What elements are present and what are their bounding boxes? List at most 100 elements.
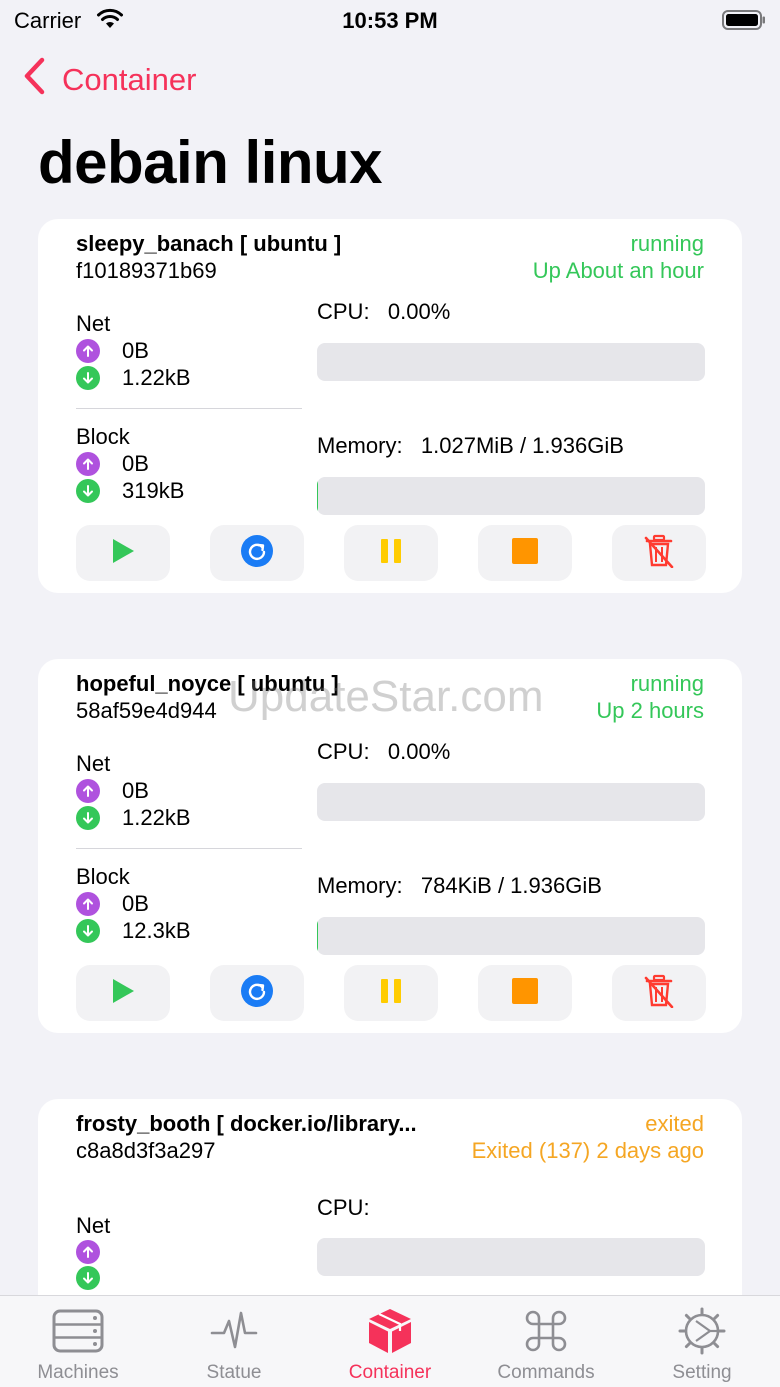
container-status: Exited (137) 2 days ago	[471, 1138, 704, 1163]
container-id: c8a8d3f3a297	[76, 1138, 216, 1163]
tab-machines[interactable]: Machines	[0, 1296, 156, 1387]
container-status: Up 2 hours	[596, 698, 704, 723]
net-upload-value: 0B	[122, 778, 149, 803]
download-arrow-icon	[76, 366, 100, 390]
container-id: f10189371b69	[76, 258, 217, 283]
upload-arrow-icon	[76, 892, 100, 916]
cpu-progress-bar	[317, 783, 705, 821]
back-button[interactable]: Container	[22, 57, 197, 103]
net-download-value: 1.22kB	[122, 365, 191, 390]
memory-value: 784KiB / 1.936GiB	[420, 873, 602, 898]
stop-button[interactable]	[478, 965, 572, 1021]
memory-progress-bar	[317, 477, 705, 515]
restart-icon	[241, 974, 273, 1012]
stop-icon	[512, 537, 538, 569]
stop-button[interactable]	[478, 525, 572, 581]
play-icon	[111, 538, 135, 569]
container-name: hopeful_noyce [ ubuntu ]	[76, 671, 339, 696]
play-icon	[111, 978, 135, 1009]
gear-icon	[674, 1307, 730, 1355]
net-download-row: 1.22kB	[76, 805, 191, 831]
tab-label: Container	[348, 1362, 432, 1383]
tab-container[interactable]: Container	[312, 1296, 468, 1387]
net-label: Net	[76, 1213, 111, 1238]
trash-slash-icon	[643, 974, 675, 1013]
restart-icon	[241, 534, 273, 572]
cpu-label: CPU:	[317, 739, 370, 764]
memory-value: 1.027MiB / 1.936GiB	[420, 433, 624, 458]
net-download-row: 1.22kB	[76, 365, 191, 391]
block-label: Block	[76, 864, 130, 889]
download-arrow-icon	[76, 919, 100, 943]
download-arrow-icon	[76, 1266, 100, 1290]
memory-row: Memory: 784KiB / 1.936GiB	[317, 873, 602, 899]
container-status: Up About an hour	[532, 258, 704, 283]
divider	[76, 408, 302, 409]
tab-label: Statue	[206, 1362, 262, 1383]
cpu-progress-bar	[317, 1238, 705, 1276]
memory-label: Memory:	[317, 873, 403, 898]
upload-arrow-icon	[76, 779, 100, 803]
delete-button[interactable]	[612, 525, 706, 581]
download-arrow-icon	[76, 479, 100, 503]
battery-icon	[722, 10, 766, 30]
block-read-row: 0B	[76, 451, 149, 477]
net-download-value: 1.22kB	[122, 805, 191, 830]
memory-progress-bar	[317, 917, 705, 955]
cpu-row: CPU:	[317, 1195, 370, 1221]
block-write-row: 12.3kB	[76, 918, 191, 944]
net-upload-value: 0B	[122, 338, 149, 363]
container-id: 58af59e4d944	[76, 698, 217, 723]
page-title: debain linux	[38, 129, 383, 196]
tab-statue[interactable]: Statue	[156, 1296, 312, 1387]
block-write-value: 12.3kB	[122, 918, 191, 943]
pause-button[interactable]	[344, 965, 438, 1021]
net-label: Net	[76, 311, 111, 336]
tab-commands[interactable]: Commands	[468, 1296, 624, 1387]
container-card[interactable]: sleepy_banach [ ubuntu ] f10189371b69 ru…	[38, 219, 742, 593]
block-read-row: 0B	[76, 891, 149, 917]
container-name: sleepy_banach [ ubuntu ]	[76, 231, 342, 256]
action-row	[76, 965, 706, 1021]
memory-row: Memory: 1.027MiB / 1.936GiB	[317, 433, 624, 459]
restart-button[interactable]	[210, 965, 304, 1021]
net-download-row	[76, 1266, 122, 1290]
start-button[interactable]	[76, 965, 170, 1021]
trash-slash-icon	[643, 534, 675, 573]
block-write-value: 319kB	[122, 478, 185, 503]
block-label: Block	[76, 424, 130, 449]
tab-setting[interactable]: Setting	[624, 1296, 780, 1387]
stop-icon	[512, 977, 538, 1009]
download-arrow-icon	[76, 806, 100, 830]
block-read-value: 0B	[122, 451, 149, 476]
net-upload-row	[76, 1240, 122, 1264]
container-card[interactable]: hopeful_noyce [ ubuntu ] 58af59e4d944 ru…	[38, 659, 742, 1033]
restart-button[interactable]	[210, 525, 304, 581]
upload-arrow-icon	[76, 339, 100, 363]
start-button[interactable]	[76, 525, 170, 581]
divider	[76, 848, 302, 849]
cpu-value: 0.00%	[387, 739, 451, 764]
cpu-label: CPU:	[317, 299, 370, 324]
action-row	[76, 525, 706, 581]
net-upload-row: 0B	[76, 338, 149, 364]
pulse-icon	[206, 1308, 262, 1354]
clock: 10:53 PM	[342, 8, 438, 33]
pause-button[interactable]	[344, 525, 438, 581]
tab-label: Setting	[672, 1362, 732, 1383]
tab-label: Commands	[497, 1362, 595, 1383]
cpu-label: CPU:	[317, 1195, 370, 1220]
block-read-value: 0B	[122, 891, 149, 916]
pause-icon	[380, 978, 402, 1009]
net-upload-row: 0B	[76, 778, 149, 804]
delete-button[interactable]	[612, 965, 706, 1021]
chevron-left-icon	[22, 57, 62, 103]
cpu-progress-bar	[317, 343, 705, 381]
container-state: running	[630, 231, 704, 256]
pause-icon	[380, 538, 402, 569]
tab-label: Machines	[37, 1362, 119, 1383]
tab-bar: Machines Statue Container Commands Setti…	[0, 1295, 780, 1387]
back-label: Container	[62, 62, 197, 97]
net-label: Net	[76, 751, 111, 776]
memory-label: Memory:	[317, 433, 403, 458]
